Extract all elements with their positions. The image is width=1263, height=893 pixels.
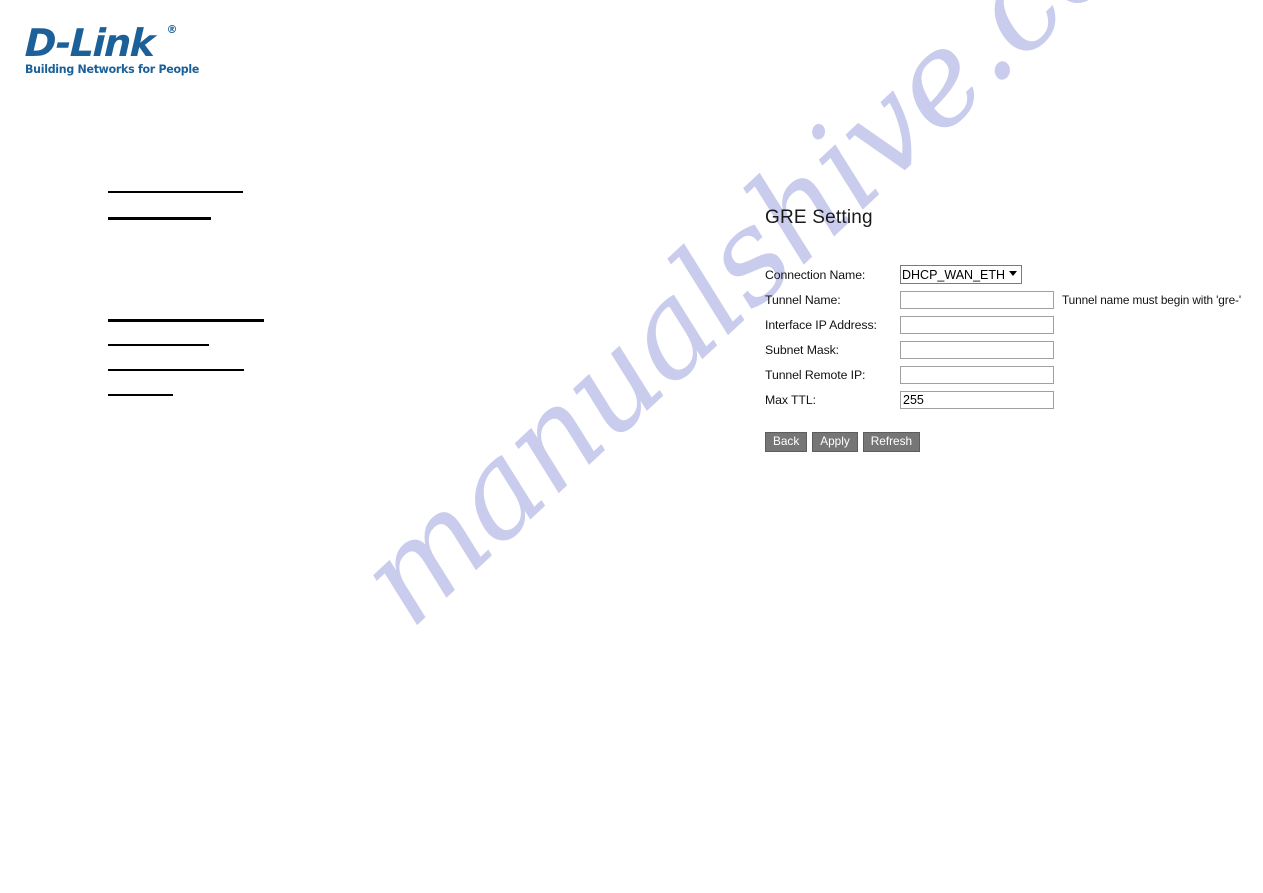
tunnel-name-hint: Tunnel name must begin with 'gre-' <box>1062 292 1242 307</box>
button-row: Back Apply Refresh <box>765 432 1241 452</box>
redaction-bar-3 <box>108 319 264 322</box>
registered-trademark-icon: ® <box>166 23 177 36</box>
max-ttl-field <box>900 390 1054 409</box>
connection-name-field: DHCP_WAN_ETH <box>900 265 1022 284</box>
max-ttl-label: Max TTL: <box>765 392 816 407</box>
dlink-logo: D-Link ® Building Networks for People <box>24 21 206 76</box>
connection-name-select[interactable]: DHCP_WAN_ETH <box>900 265 1022 284</box>
form-row-interface-ip-address: Interface IP Address: <box>765 312 1241 337</box>
form-row-max-ttl: Max TTL: <box>765 387 1241 412</box>
form-row-tunnel-remote-ip: Tunnel Remote IP: <box>765 362 1241 387</box>
redaction-bar-2 <box>108 217 211 220</box>
form-row-tunnel-name: Tunnel Name: Tunnel name must begin with… <box>765 287 1241 312</box>
redaction-bar-5 <box>108 369 244 371</box>
refresh-button[interactable]: Refresh <box>862 432 921 452</box>
tunnel-remote-ip-input[interactable] <box>900 365 1054 384</box>
tunnel-name-input[interactable] <box>900 290 1054 309</box>
interface-ip-address-label: Interface IP Address: <box>765 317 877 332</box>
logo-brand-text: D-Link <box>24 21 155 65</box>
tunnel-remote-ip-label: Tunnel Remote IP: <box>765 367 866 382</box>
gre-setting-panel: GRE Setting Connection Name: DHCP_WAN_ET… <box>765 207 1241 452</box>
redaction-bar-1 <box>108 191 243 193</box>
form-row-connection-name: Connection Name: DHCP_WAN_ETH <box>765 262 1241 287</box>
logo-wordmark: D-Link ® <box>24 21 176 65</box>
subnet-mask-input[interactable] <box>900 340 1054 359</box>
connection-name-label: Connection Name: <box>765 267 866 282</box>
subnet-mask-field <box>900 340 1054 359</box>
apply-button[interactable]: Apply <box>812 432 858 452</box>
tunnel-name-field <box>900 290 1054 309</box>
interface-ip-address-field <box>900 315 1054 334</box>
interface-ip-address-input[interactable] <box>900 315 1054 334</box>
tunnel-remote-ip-field <box>900 365 1054 384</box>
tunnel-name-label: Tunnel Name: <box>765 292 841 307</box>
redaction-bar-6 <box>108 394 173 396</box>
back-button[interactable]: Back <box>765 432 808 452</box>
max-ttl-input[interactable] <box>900 390 1054 409</box>
logo-tagline: Building Networks for People <box>25 62 200 76</box>
form-row-subnet-mask: Subnet Mask: <box>765 337 1241 362</box>
page-title: GRE Setting <box>765 207 873 228</box>
redaction-bar-4 <box>108 344 209 346</box>
subnet-mask-label: Subnet Mask: <box>765 342 839 357</box>
